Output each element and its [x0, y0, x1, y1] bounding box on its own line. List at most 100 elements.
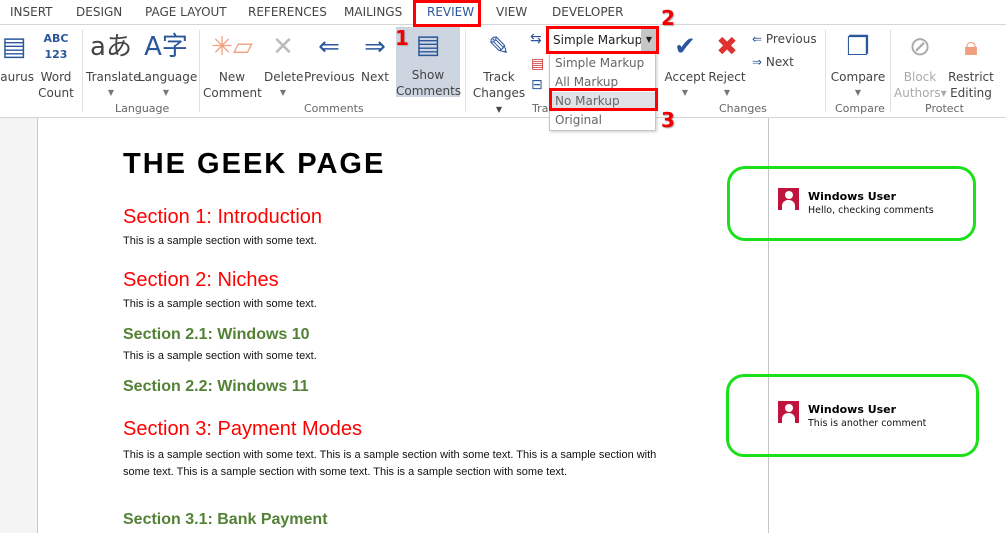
comment-highlight-box: [727, 166, 976, 241]
block-authors-button[interactable]: ⊘ Block Authors▾: [894, 29, 947, 101]
separator: [825, 30, 826, 112]
track-changes-button[interactable]: ✎ Track Changes ▾: [470, 29, 528, 117]
markup-icon[interactable]: ⇆: [530, 31, 542, 47]
previous-label: Previous: [304, 70, 355, 84]
group-label-comments: Comments: [304, 102, 364, 115]
separator: [890, 30, 891, 112]
block-label-2: Authors: [894, 86, 941, 100]
comment-author: Windows User: [808, 403, 897, 416]
language-button[interactable]: A字 Language ▼: [138, 29, 198, 101]
comment-author: Windows User: [808, 190, 897, 203]
tab-references[interactable]: REFERENCES: [248, 5, 327, 19]
next-change-button[interactable]: ⇒ Next: [752, 55, 794, 69]
previous-comment-button[interactable]: ⇐ Previous: [304, 29, 355, 85]
tab-design[interactable]: DESIGN: [76, 5, 122, 19]
previous-arrow-icon: ⇐: [318, 32, 340, 62]
book-icon: ▤: [1, 32, 27, 62]
restrict-editing-button[interactable]: 🔒︎ Restrict Editing: [948, 29, 994, 101]
restrict-label-1: Restrict: [948, 70, 994, 84]
tab-developer[interactable]: DEVELOPER: [552, 5, 623, 19]
tab-page-layout[interactable]: PAGE LAYOUT: [145, 5, 227, 19]
comment-text: Hello, checking comments: [808, 205, 934, 216]
next-comment-button[interactable]: ⇒ Next: [358, 29, 392, 85]
annotation-number-1: 1: [395, 26, 409, 50]
show-label-1: Show: [411, 68, 445, 82]
previous-change-icon: ⇐: [752, 32, 763, 46]
annotation-box-dropdown: [546, 26, 659, 54]
language-icon: A字: [144, 32, 188, 62]
next-label: Next: [361, 70, 389, 84]
delete-comment-button[interactable]: ✕ Delete ▼: [264, 29, 304, 101]
ribbon: ▤saurus ABC123WordCount aあTranslate▼ A字L…: [0, 25, 1006, 118]
show-label-2: Comments: [396, 84, 462, 98]
compare-icon: ❐: [846, 32, 870, 62]
separator: [465, 30, 466, 112]
show-markup-icon[interactable]: ⊟: [531, 77, 543, 93]
new-comment-label-2: Comment: [203, 86, 262, 100]
thesaurus-label: saurus: [0, 70, 34, 84]
track-changes-icon: ✎: [488, 32, 510, 62]
heading-section-2: Section 2: Niches: [123, 269, 279, 291]
paragraph: This is a sample section with some text.: [123, 298, 317, 310]
word-count-button[interactable]: ABC 123 Word Count: [37, 29, 75, 101]
thesaurus-button[interactable]: ▤ saurus: [0, 29, 36, 85]
delete-comment-icon: ✕: [272, 32, 294, 62]
option-original[interactable]: Original: [550, 111, 655, 130]
reviewing-pane-icon[interactable]: ▤: [531, 56, 544, 72]
separator: [82, 30, 83, 112]
restrict-label-2: Editing: [950, 86, 992, 100]
group-label-protect: Protect: [925, 102, 964, 115]
translate-label: Translate: [86, 70, 141, 84]
previous-change-label: Previous: [765, 32, 817, 46]
reject-label: Reject: [708, 70, 746, 84]
left-margin-area: [0, 118, 38, 533]
block-label-1: Block: [903, 70, 937, 84]
tab-view[interactable]: VIEW: [496, 5, 527, 19]
group-label-compare: Compare: [835, 102, 885, 115]
group-label-language: Language: [115, 102, 170, 115]
comment-text: This is another comment: [808, 418, 927, 429]
heading-section-2-1: Section 2.1: Windows 10: [123, 326, 310, 343]
paragraph: This is a sample section with some text.: [123, 235, 317, 247]
accept-button[interactable]: ✔ Accept ▼: [664, 29, 706, 101]
new-comment-icon: ✳▱: [211, 32, 253, 62]
tab-mailings[interactable]: MAILINGS: [344, 5, 402, 19]
reject-x-icon: ✖: [716, 32, 738, 62]
translate-icon: aあ: [90, 32, 132, 62]
tab-insert[interactable]: INSERT: [10, 5, 53, 19]
paragraph: This is a sample section with some text.: [123, 350, 317, 362]
previous-change-button[interactable]: ⇐ Previous: [752, 32, 817, 46]
compare-button[interactable]: ❐ Compare ▼: [830, 29, 886, 101]
avatar-icon: [778, 401, 799, 423]
translate-button[interactable]: aあ Translate ▼: [86, 29, 141, 101]
lock-icon: 🔒︎: [964, 32, 978, 62]
group-label-changes: Changes: [719, 102, 767, 115]
new-comment-button[interactable]: ✳▱ New Comment: [203, 29, 262, 101]
track-label-1: Track: [483, 70, 515, 84]
ribbon-tabs: INSERT DESIGN PAGE LAYOUT REFERENCES MAI…: [0, 0, 1006, 25]
group-label-tracking: Tra: [532, 102, 549, 115]
heading-section-3-1: Section 3.1: Bank Payment: [123, 511, 328, 528]
accept-label: Accept: [664, 70, 706, 84]
next-arrow-icon: ⇒: [364, 32, 386, 62]
heading-section-2-2: Section 2.2: Windows 11: [123, 378, 309, 395]
abc-123-icon: ABC 123: [43, 32, 69, 61]
annotation-box-review-tab: [413, 0, 481, 27]
heading-section-1: Section 1: Introduction: [123, 206, 323, 228]
annotation-box-no-markup: [549, 88, 658, 111]
track-label-2: Changes: [472, 86, 526, 100]
word-count-label-2: Count: [38, 86, 74, 100]
accept-check-icon: ✔: [674, 32, 696, 62]
language-label: Language: [138, 70, 198, 84]
compare-label: Compare: [830, 70, 886, 84]
document-title: THE GEEK PAGE: [123, 148, 386, 180]
delete-label: Delete: [264, 70, 304, 84]
paragraph: This is a sample section with some text.…: [123, 449, 657, 478]
reject-button[interactable]: ✖ Reject ▼: [708, 29, 746, 101]
avatar-icon: [778, 188, 799, 210]
next-change-icon: ⇒: [752, 55, 763, 69]
heading-section-3: Section 3: Payment Modes: [123, 418, 363, 440]
option-simple-markup[interactable]: Simple Markup: [550, 54, 655, 73]
block-authors-icon: ⊘: [909, 32, 931, 62]
annotation-number-2: 2: [661, 6, 675, 30]
